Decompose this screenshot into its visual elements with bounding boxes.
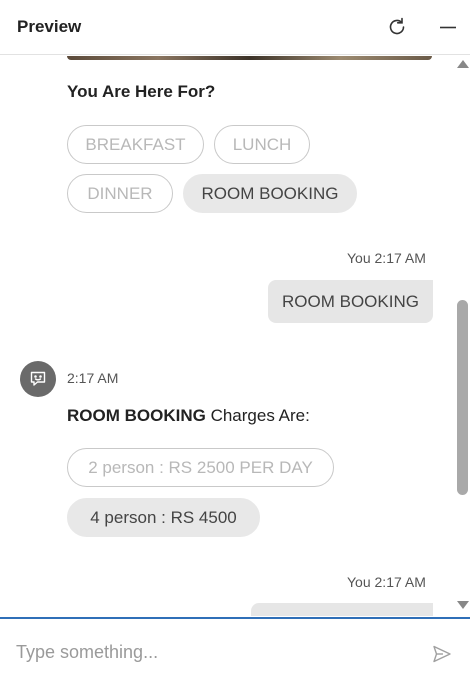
option-room-booking[interactable]: ROOM BOOKING [183, 174, 357, 213]
option-dinner[interactable]: DINNER [67, 174, 173, 213]
option-lunch[interactable]: LUNCH [214, 125, 310, 164]
scroll-up-icon[interactable] [457, 60, 469, 68]
message-input[interactable] [16, 635, 416, 669]
option-2-person[interactable]: 2 person : RS 2500 PER DAY [67, 448, 334, 487]
send-icon[interactable] [431, 643, 453, 665]
user-message-bubble: ROOM BOOKING [268, 280, 433, 323]
minimize-icon[interactable] [436, 15, 460, 39]
option-4-person[interactable]: 4 person : RS 4500 [67, 498, 260, 537]
bot-message-text: ROOM BOOKING Charges Are: [67, 406, 310, 426]
refresh-icon[interactable] [385, 15, 409, 39]
chat-scrollbar[interactable] [456, 56, 470, 616]
preview-header: Preview [0, 0, 470, 55]
chat-area: You Are Here For? BREAKFAST LUNCH DINNER… [0, 56, 470, 616]
bot-message-time: 2:17 AM [67, 370, 119, 386]
question-text: You Are Here For? [67, 82, 216, 101]
bot-message-bold: ROOM BOOKING [67, 406, 206, 425]
header-title: Preview [17, 17, 82, 36]
bot-message-rest: Charges Are: [205, 406, 310, 425]
user-message-meta: You 2:17 AM [347, 250, 426, 266]
scroll-thumb[interactable] [457, 300, 468, 495]
bot-avatar-icon [20, 361, 56, 397]
scroll-down-icon[interactable] [457, 601, 469, 609]
user-message-meta-2: You 2:17 AM [347, 574, 426, 590]
option-breakfast[interactable]: BREAKFAST [67, 125, 204, 164]
image-card-bottom [67, 56, 432, 60]
user-message-bubble-2 [251, 603, 433, 616]
composer [0, 617, 470, 681]
